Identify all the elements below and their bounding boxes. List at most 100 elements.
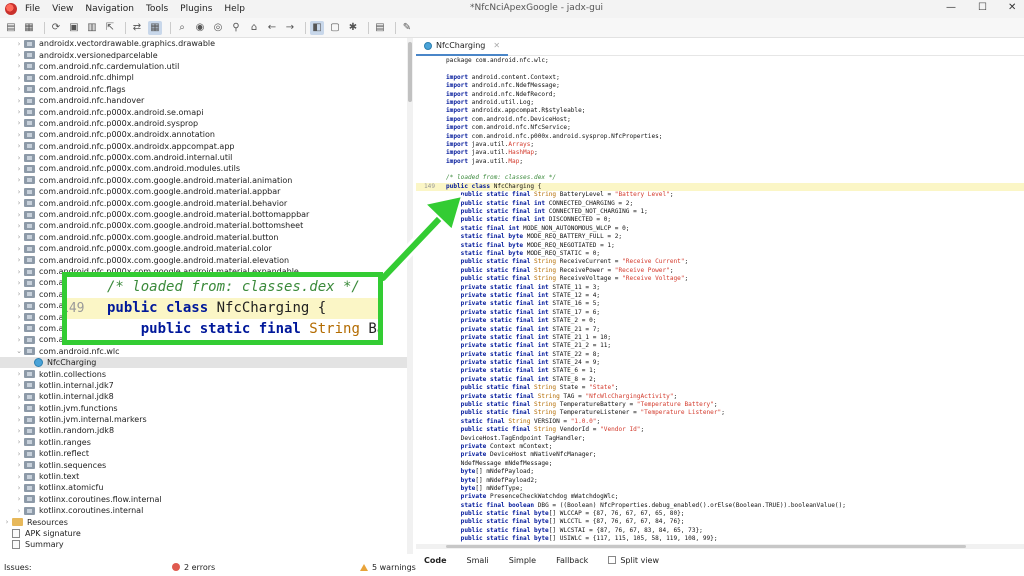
decompile-icon[interactable]: ◧: [310, 20, 324, 35]
tree-item[interactable]: › com.android.nfc.handover: [0, 95, 407, 106]
chevron-right-icon[interactable]: ›: [14, 211, 24, 219]
chevron-right-icon[interactable]: ›: [14, 40, 24, 48]
tree-item[interactable]: › com.android.nfc.p000x.androidx.appcompa…: [0, 141, 407, 152]
chevron-right-icon[interactable]: ›: [14, 97, 24, 105]
chevron-right-icon[interactable]: ›: [14, 324, 24, 332]
tree-item[interactable]: › kotlinx.atomicfu: [0, 482, 407, 493]
tab-nfccharging[interactable]: NfcCharging ✕: [416, 38, 509, 56]
chevron-right-icon[interactable]: ›: [14, 165, 24, 173]
chevron-right-icon[interactable]: ›: [14, 450, 24, 458]
tab-simple[interactable]: Simple: [509, 556, 536, 565]
chevron-right-icon[interactable]: ›: [14, 381, 24, 389]
menu-view[interactable]: View: [52, 4, 73, 14]
chevron-right-icon[interactable]: ›: [2, 518, 12, 526]
back-icon[interactable]: ←: [265, 21, 279, 35]
tree-item[interactable]: › kotlin.internal.jdk7: [0, 380, 407, 391]
tree-item[interactable]: › com.android.nfc.p000x.com.android.inter…: [0, 152, 407, 163]
tree-item[interactable]: › androidx.versionedparcelable: [0, 49, 407, 60]
open-icon[interactable]: ▤: [4, 21, 18, 35]
tab-fallback[interactable]: Fallback: [556, 556, 588, 565]
tree-item[interactable]: › com.android.nfc.p000x.com.android.modul…: [0, 163, 407, 174]
tree-item[interactable]: › kotlin.reflect: [0, 448, 407, 459]
forward-icon[interactable]: →: [283, 21, 297, 35]
tree-item[interactable]: › kotlin.jvm.internal.markers: [0, 414, 407, 425]
chevron-right-icon[interactable]: ›: [14, 245, 24, 253]
tree-item[interactable]: › com.android.nfc.p000x.com.google.androi…: [0, 232, 407, 243]
tree-item[interactable]: › Resources: [0, 516, 407, 527]
tree-item[interactable]: › kotlin.ranges: [0, 437, 407, 448]
split-view-toggle[interactable]: Split view: [608, 556, 659, 565]
tree-item[interactable]: › com.android.nfc.p000x.com.google.androi…: [0, 220, 407, 231]
chevron-right-icon[interactable]: ›: [14, 302, 24, 310]
menu-plugins[interactable]: Plugins: [180, 4, 212, 14]
chevron-right-icon[interactable]: ›: [14, 484, 24, 492]
chevron-right-icon[interactable]: ›: [14, 370, 24, 378]
debug-icon[interactable]: ✱: [346, 21, 360, 35]
menu-tools[interactable]: Tools: [146, 4, 168, 14]
chevron-right-icon[interactable]: ›: [14, 256, 24, 264]
chevron-right-icon[interactable]: ›: [14, 336, 24, 344]
tree-item[interactable]: › kotlin.sequences: [0, 459, 407, 470]
tree-item[interactable]: › com.android.nfc.p000x.android.sysprop: [0, 118, 407, 129]
chevron-right-icon[interactable]: ›: [14, 51, 24, 59]
maximize-button[interactable]: ☐: [978, 2, 987, 13]
split-view-checkbox[interactable]: [608, 556, 617, 564]
tree-item[interactable]: › com.android.nfc.p000x.com.google.androi…: [0, 254, 407, 265]
add-icon[interactable]: ▦: [22, 21, 36, 35]
tree-item[interactable]: › com.android.nfc.p000x.androidx.annotati…: [0, 129, 407, 140]
chevron-right-icon[interactable]: ›: [14, 416, 24, 424]
menu-navigation[interactable]: Navigation: [85, 4, 134, 14]
tree-item[interactable]: › kotlin.internal.jdk8: [0, 391, 407, 402]
tree-item[interactable]: › com.android.nfc.p000x.com.google.androi…: [0, 209, 407, 220]
tree-item[interactable]: › com.android.nfc.p000x.com.google.androi…: [0, 175, 407, 186]
chevron-right-icon[interactable]: ›: [14, 473, 24, 481]
search-usage-icon[interactable]: ◎: [211, 21, 225, 35]
close-button[interactable]: ✕: [1008, 2, 1016, 13]
chevron-right-icon[interactable]: ›: [14, 495, 24, 503]
home-icon[interactable]: ⌂: [247, 21, 261, 35]
search-icon[interactable]: ⌕: [175, 21, 189, 35]
chevron-right-icon[interactable]: ›: [14, 74, 24, 82]
chevron-right-icon[interactable]: ›: [14, 507, 24, 515]
chevron-right-icon[interactable]: ›: [14, 108, 24, 116]
tree-item[interactable]: APK signature: [0, 528, 407, 539]
chevron-right-icon[interactable]: ›: [14, 176, 24, 184]
chevron-right-icon[interactable]: ›: [14, 119, 24, 127]
chevron-right-icon[interactable]: ›: [14, 199, 24, 207]
tree-item[interactable]: › kotlin.text: [0, 471, 407, 482]
chevron-right-icon[interactable]: ›: [14, 268, 24, 276]
save-icon[interactable]: ▣: [67, 21, 81, 35]
export-icon[interactable]: ⇱: [103, 21, 117, 35]
tree-item[interactable]: › com.android.nfc.flags: [0, 84, 407, 95]
settings-icon[interactable]: ✎: [400, 21, 414, 35]
chevron-right-icon[interactable]: ›: [14, 142, 24, 150]
tree-item[interactable]: › kotlinx.coroutines.flow.internal: [0, 494, 407, 505]
sync-icon[interactable]: ⇄: [130, 21, 144, 35]
tree-item[interactable]: › androidx.vectordrawable.graphics.drawab…: [0, 38, 407, 49]
chevron-right-icon[interactable]: ›: [14, 313, 24, 321]
warnings-indicator[interactable]: 5 warnings: [360, 558, 416, 576]
chevron-right-icon[interactable]: ›: [14, 279, 24, 287]
close-tab-icon[interactable]: ✕: [493, 41, 500, 50]
refresh-icon[interactable]: ⟳: [49, 21, 63, 35]
tree-item[interactable]: › com.android.nfc.p000x.com.google.androi…: [0, 197, 407, 208]
tree-item[interactable]: › com.android.nfc.p000x.com.google.androi…: [0, 186, 407, 197]
tree-scrollbar-thumb[interactable]: [408, 42, 412, 102]
tab-smali[interactable]: Smali: [467, 556, 489, 565]
tree-item[interactable]: › com.android.nfc.dhimpl: [0, 72, 407, 83]
chevron-right-icon[interactable]: ›: [14, 85, 24, 93]
chevron-right-icon[interactable]: ›: [14, 154, 24, 162]
search-class-icon[interactable]: ◉: [193, 21, 207, 35]
chevron-right-icon[interactable]: ›: [14, 290, 24, 298]
tree-item[interactable]: Summary: [0, 539, 407, 550]
save-all-icon[interactable]: ▥: [85, 21, 99, 35]
find-icon[interactable]: ⚲: [229, 21, 243, 35]
tree-item[interactable]: › kotlin.collections: [0, 368, 407, 379]
chevron-right-icon[interactable]: ›: [14, 62, 24, 70]
chevron-right-icon[interactable]: ›: [14, 427, 24, 435]
tree-item[interactable]: › kotlin.random.jdk8: [0, 425, 407, 436]
code-editor[interactable]: package com.android.nfc.wlc; import andro…: [416, 57, 1024, 546]
tree-scrollbar[interactable]: [407, 38, 413, 554]
tree-item[interactable]: › com.android.nfc.p000x.android.se.omapi: [0, 106, 407, 117]
code-horizontal-scrollbar-thumb[interactable]: [446, 545, 966, 548]
